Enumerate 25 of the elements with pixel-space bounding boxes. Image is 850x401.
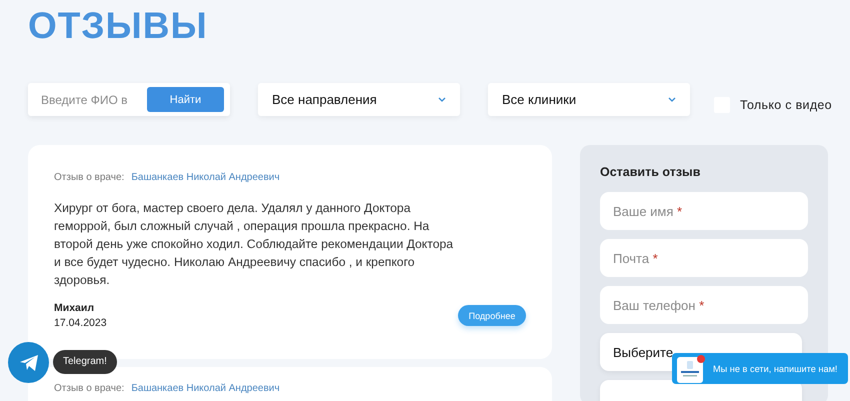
doctor-link[interactable]: Башанкаев Николай Андреевич (131, 383, 280, 394)
form-field[interactable]: Ваш телефон * (600, 286, 808, 324)
review-about-label: Отзыв о враче: (54, 383, 124, 394)
telegram-button[interactable] (8, 342, 49, 383)
logo-icon (676, 354, 706, 384)
chevron-down-icon (438, 97, 446, 102)
more-button[interactable]: Подробнее (458, 305, 526, 326)
form-field[interactable]: Ваше имя * (600, 192, 808, 230)
form-title: Оставить отзыв (600, 165, 702, 179)
review-author: Михаил (54, 302, 96, 314)
telegram-tooltip: Telegram! (53, 350, 117, 374)
review-date: 17.04.2023 (54, 317, 107, 329)
paper-plane-icon (18, 354, 38, 372)
page-title: ОТЗЫВЫ (27, 4, 209, 48)
chat-toast[interactable]: Мы не в сети, напишите нам! (672, 353, 848, 384)
search-field[interactable]: Введите ФИО в Найти (28, 83, 230, 116)
find-button[interactable]: Найти (147, 87, 224, 112)
form-field[interactable]: Почта * (600, 239, 808, 277)
doctor-link[interactable]: Башанкаев Николай Андреевич (131, 172, 280, 183)
select-dropdown[interactable]: Все клиники (488, 83, 690, 116)
checkbox-label: Только с видео (740, 98, 832, 112)
chevron-down-icon (668, 97, 676, 102)
review-text: Хирург от бога, мастер своего дела. Удалял у данного Доктора геморрой, был сложный случай , операция прошла прекрасно. На второй день уже спокойно ходил. Соблюдайте рекомендации Доктора и все будет чудесно. Николаю Андреевичу спасибо , и крепкого здоровья. (54, 200, 454, 289)
review-about-label: Отзыв о враче: (54, 172, 124, 183)
select-dropdown[interactable]: Все направления (258, 83, 460, 116)
